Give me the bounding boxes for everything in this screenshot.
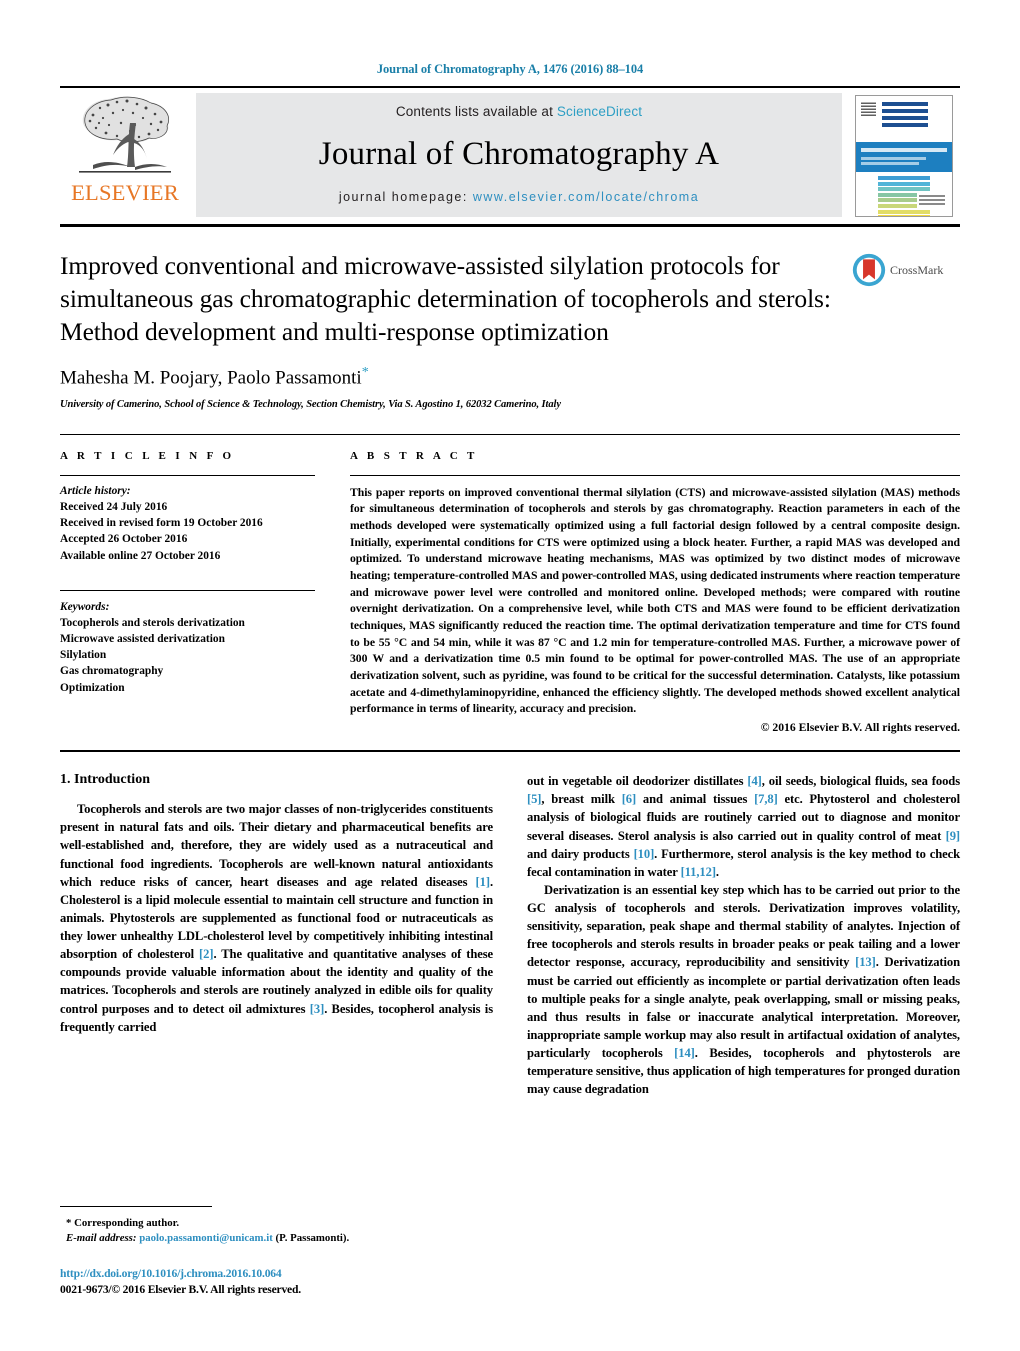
elsevier-wordmark: ELSEVIER bbox=[71, 180, 179, 205]
article-info-label: A R T I C L E I N F O bbox=[60, 449, 235, 462]
citation-ref-13[interactable]: [13] bbox=[855, 955, 876, 969]
citation-ref-1[interactable]: [1] bbox=[476, 875, 490, 889]
intro-paragraph-derivatization: Derivatization is an essential key step … bbox=[527, 881, 960, 1099]
deriv-text-2: . Derivatization must be carried out eff… bbox=[527, 955, 961, 1061]
journal-homepage-line: journal homepage: www.elsevier.com/locat… bbox=[339, 190, 699, 204]
article-history-item: Received 24 July 2016 bbox=[60, 500, 168, 513]
footnote-rule bbox=[60, 1205, 212, 1207]
citation-ref-14[interactable]: [14] bbox=[674, 1046, 695, 1060]
article-history-item: Received in revised form 19 October 2016 bbox=[60, 517, 263, 530]
cover-stripe bbox=[878, 215, 930, 216]
author-list: Mahesha M. Poojary, Paolo Passamonti* bbox=[60, 365, 838, 389]
journal-cover-container bbox=[848, 88, 960, 224]
cover-stripe bbox=[878, 187, 930, 192]
cover-title-band bbox=[856, 142, 952, 172]
intro-cont-1: out in vegetable oil deodorizer distilla… bbox=[527, 774, 748, 789]
email-suffix: (P. Passamonti). bbox=[272, 1232, 350, 1245]
crossmark-icon bbox=[852, 253, 886, 287]
intro-paragraph-right-cont: out in vegetable oil deodorizer distilla… bbox=[527, 772, 960, 881]
citation-ref-5[interactable]: [5] bbox=[527, 792, 541, 806]
journal-masthead: ELSEVIER Contents lists available at Sci… bbox=[60, 86, 960, 227]
email-note: E-mail address: paolo.passamonti@unicam.… bbox=[60, 1231, 490, 1247]
cover-stripe bbox=[882, 116, 928, 120]
keyword-item: Gas chromatography bbox=[60, 665, 164, 678]
intro-cont-2: , oil seeds, biological fluids, sea food… bbox=[761, 774, 960, 789]
crossmark-badge[interactable]: CrossMark bbox=[852, 249, 960, 287]
citation-ref-7-8[interactable]: [7,8] bbox=[754, 792, 778, 806]
cover-stripe bbox=[882, 102, 928, 106]
title-block: Improved conventional and microwave-assi… bbox=[60, 227, 960, 410]
citation-ref-11-12[interactable]: [11,12] bbox=[681, 865, 716, 879]
body-column-left: 1. Introduction Tocopherols and sterols … bbox=[60, 772, 493, 1098]
email-label: E-mail address: bbox=[66, 1232, 137, 1245]
cover-qr-icon bbox=[861, 101, 876, 116]
issn-copyright-line: 0021-9673/© 2016 Elsevier B.V. All right… bbox=[60, 1283, 301, 1296]
keywords-label: Keywords: bbox=[60, 600, 110, 613]
article-history-list: Received 24 July 2016 Received in revised… bbox=[60, 499, 315, 564]
keyword-item: Optimization bbox=[60, 681, 125, 694]
citation-ref-6[interactable]: [6] bbox=[622, 792, 636, 806]
article-info-column: A R T I C L E I N F O Article history: R… bbox=[60, 435, 343, 734]
body-columns: 1. Introduction Tocopherols and sterols … bbox=[60, 772, 960, 1098]
keyword-item: Silylation bbox=[60, 649, 107, 662]
abstract-copyright: © 2016 Elsevier B.V. All rights reserved… bbox=[760, 721, 960, 735]
article-history-block: Article history: Received 24 July 2016 Re… bbox=[60, 476, 315, 564]
keywords-list: Tocopherols and sterols derivatization Mi… bbox=[60, 615, 315, 696]
intro-text-1: Tocopherols and sterols are two major cl… bbox=[60, 802, 493, 889]
elsevier-logo: ELSEVIER bbox=[60, 88, 190, 224]
contents-prefix: Contents lists available at bbox=[395, 104, 557, 119]
citation-ref-2[interactable]: [2] bbox=[199, 947, 213, 961]
email-link[interactable]: paolo.passamonti@unicam.it bbox=[139, 1232, 273, 1244]
article-history-item: Accepted 26 October 2016 bbox=[60, 533, 188, 546]
corresponding-author-marker: * bbox=[361, 365, 369, 381]
article-history-label: Article history: bbox=[60, 484, 131, 497]
abstract-text: This paper reports on improved conventio… bbox=[350, 485, 960, 716]
corresponding-author-note: * Corresponding author. bbox=[66, 1216, 180, 1229]
crossmark-label: CrossMark bbox=[890, 262, 944, 277]
info-abstract-region: A R T I C L E I N F O Article history: R… bbox=[60, 433, 960, 734]
homepage-prefix: journal homepage: bbox=[338, 189, 473, 204]
footnote-area: * Corresponding author. E-mail address: … bbox=[60, 1205, 490, 1298]
intro-cont-3: , breast milk bbox=[541, 792, 622, 807]
intro-cont-6: and dairy products bbox=[527, 846, 634, 861]
cover-stripe bbox=[878, 176, 930, 180]
journal-title: Journal of Chromatography A bbox=[318, 136, 720, 173]
cover-stripe bbox=[878, 181, 930, 186]
article-history-item: Available online 27 October 2016 bbox=[60, 549, 221, 562]
author-names: Mahesha M. Poojary, Paolo Passamonti bbox=[60, 367, 362, 389]
keywords-rule bbox=[60, 589, 315, 591]
abstract-column: A B S T R A C T This paper reports on im… bbox=[343, 435, 960, 734]
citation-ref-3[interactable]: [3] bbox=[310, 1002, 324, 1016]
section-heading-introduction: 1. Introduction bbox=[60, 772, 150, 788]
doi-link[interactable]: http://dx.doi.org/10.1016/j.chroma.2016.… bbox=[60, 1267, 490, 1280]
intro-paragraph-left: Tocopherols and sterols are two major cl… bbox=[60, 800, 493, 1036]
cover-stripe bbox=[882, 123, 928, 127]
keyword-item: Tocopherols and sterols derivatization bbox=[60, 616, 245, 629]
intro-cont-4: and animal tissues bbox=[636, 792, 755, 807]
keyword-item: Microwave assisted derivatization bbox=[60, 633, 225, 646]
citation-ref-9[interactable]: [9] bbox=[946, 829, 960, 843]
cover-stripe bbox=[878, 209, 930, 214]
page-title: Improved conventional and microwave-assi… bbox=[60, 251, 831, 347]
doi-block: http://dx.doi.org/10.1016/j.chroma.2016.… bbox=[60, 1267, 490, 1298]
intro-cont-8: . bbox=[715, 864, 719, 879]
article-page: Journal of Chromatography A, 1476 (2016)… bbox=[0, 0, 1020, 1351]
elsevier-tree-icon bbox=[79, 96, 171, 173]
journal-cover-thumbnail[interactable] bbox=[855, 95, 953, 217]
sciencedirect-link[interactable]: ScienceDirect bbox=[557, 104, 642, 119]
keywords-block: Keywords: Tocopherols and sterols deriva… bbox=[60, 582, 315, 696]
cover-stripe bbox=[882, 109, 928, 113]
citation-ref-4[interactable]: [4] bbox=[747, 774, 761, 788]
affiliation: University of Camerino, School of Scienc… bbox=[60, 398, 561, 410]
citation-ref-10[interactable]: [10] bbox=[634, 847, 655, 861]
homepage-url-link[interactable]: www.elsevier.com/locate/chroma bbox=[473, 190, 699, 204]
body-column-right: out in vegetable oil deodorizer distilla… bbox=[527, 772, 960, 1098]
masthead-center: Contents lists available at ScienceDirec… bbox=[196, 93, 842, 217]
cover-publisher-logo bbox=[917, 193, 947, 209]
running-head: Journal of Chromatography A, 1476 (2016)… bbox=[376, 62, 644, 76]
contents-lists-line: Contents lists available at ScienceDirec… bbox=[396, 104, 642, 119]
abstract-label: A B S T R A C T bbox=[350, 449, 478, 462]
section-divider bbox=[60, 750, 960, 753]
